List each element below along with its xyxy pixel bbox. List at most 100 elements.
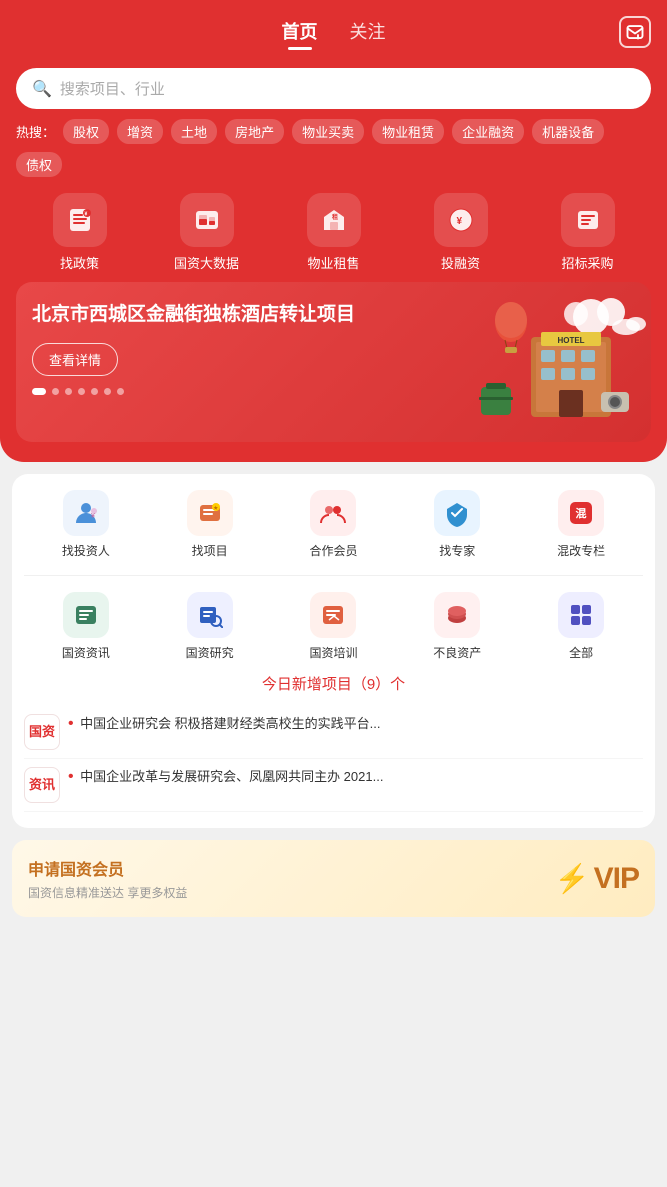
svg-text:★: ★: [213, 506, 218, 512]
func-invest[interactable]: ¥ 投融资: [421, 193, 501, 272]
func-data-label: 国资大数据: [174, 253, 239, 272]
guozi-info-icon: [63, 592, 109, 638]
hot-tag-5[interactable]: 物业租赁: [372, 119, 444, 144]
service-row: ¥ 找投资人 ★ 找项目: [24, 490, 643, 559]
bullet-1: •: [68, 768, 74, 785]
news-guozi-info[interactable]: 国资资讯: [41, 592, 131, 661]
guozi-info-label: 国资资讯: [62, 644, 110, 661]
mixreform-icon: 混: [558, 490, 604, 536]
search-icon: 🔍: [32, 79, 52, 99]
svg-text:租: 租: [332, 213, 338, 221]
rental-icon: 租: [307, 193, 361, 247]
svg-text:¥: ¥: [84, 212, 87, 218]
bullet-0: •: [68, 715, 74, 732]
svg-text:¥: ¥: [456, 216, 462, 227]
news-bad-asset[interactable]: 不良资产: [412, 592, 502, 661]
tab-follow[interactable]: 关注: [350, 18, 386, 50]
news-icon-row: 国资资讯 国资研究: [24, 592, 643, 661]
vip-info: 申请国资会员 国资信息精准送达 享更多权益: [28, 856, 187, 901]
guozi-training-icon: [310, 592, 356, 638]
vip-badge: VIP: [594, 862, 639, 896]
member-icon: [310, 490, 356, 536]
service-expert[interactable]: 找专家: [412, 490, 502, 559]
lightning-icon: ⚡: [555, 862, 590, 895]
banner-button[interactable]: 查看详情: [32, 343, 118, 376]
search-placeholder: 搜索项目、行业: [60, 78, 165, 99]
func-rental-label: 物业租售: [307, 253, 359, 272]
member-label: 合作会员: [309, 542, 357, 559]
vip-title: 申请国资会员: [28, 856, 187, 880]
func-rental[interactable]: 租 物业租售: [294, 193, 374, 272]
mixreform-label: 混改专栏: [557, 542, 605, 559]
hot-label: 热搜：: [16, 122, 55, 141]
all-label: 全部: [569, 644, 593, 661]
dot-6: [104, 388, 111, 395]
func-policy[interactable]: ¥ 找政策: [40, 193, 120, 272]
policy-icon: ¥: [53, 193, 107, 247]
message-icon[interactable]: [619, 16, 651, 48]
news-guozi-training[interactable]: 国资培训: [288, 592, 378, 661]
hot-tag-2[interactable]: 土地: [171, 119, 217, 144]
hot-search-area: 热搜： 股权 增资 土地 房地产 物业买卖 物业租赁 企业融资 机器设备 债权: [16, 119, 651, 177]
hot-tag-7[interactable]: 机器设备: [532, 119, 604, 144]
investor-icon: ¥: [63, 490, 109, 536]
data-icon: [180, 193, 234, 247]
news-text-1: 中国企业改革与发展研究会、凤凰网共同主办 2021...: [80, 769, 383, 784]
svg-text:混: 混: [576, 506, 587, 520]
hot-tag-0[interactable]: 股权: [63, 119, 109, 144]
vip-badge-area: ⚡ VIP: [555, 862, 639, 896]
expert-label: 找专家: [439, 542, 475, 559]
section-divider: [24, 575, 643, 576]
project-label: 找项目: [192, 542, 228, 559]
func-invest-label: 投融资: [441, 253, 480, 272]
hot-tag-8[interactable]: 债权: [16, 152, 62, 177]
tab-home[interactable]: 首页: [282, 18, 318, 50]
banner-dots: [32, 388, 124, 395]
bad-asset-label: 不良资产: [433, 644, 481, 661]
svg-text:HOTEL: HOTEL: [557, 336, 584, 345]
function-row: ¥ 找政策 国资大数据: [16, 193, 651, 272]
hot-tag-1[interactable]: 增资: [117, 119, 163, 144]
service-member[interactable]: 合作会员: [288, 490, 378, 559]
news-guozi-research[interactable]: 国资研究: [165, 592, 255, 661]
hot-tag-3[interactable]: 房地产: [225, 119, 284, 144]
dot-1: [32, 388, 46, 395]
news-list: 国资 • 中国企业研究会 积极搭建财经类高校生的实践平台... 资讯 • 中国企…: [24, 706, 643, 812]
func-data[interactable]: 国资大数据: [167, 193, 247, 272]
service-mixreform[interactable]: 混 混改专栏: [536, 490, 626, 559]
search-bar[interactable]: 🔍 搜索项目、行业: [16, 68, 651, 109]
project-icon: ★: [187, 490, 233, 536]
hot-tag-6[interactable]: 企业融资: [452, 119, 524, 144]
vip-card[interactable]: 申请国资会员 国资信息精准送达 享更多权益 ⚡ VIP: [12, 840, 655, 917]
news-badge-1: 资讯: [24, 767, 60, 803]
svg-text:¥: ¥: [91, 513, 95, 520]
dot-3: [65, 388, 72, 395]
banner-title: 北京市西城区金融街独栋酒店转让项目: [32, 302, 355, 329]
dot-2: [52, 388, 59, 395]
top-nav: 首页 关注: [16, 0, 651, 60]
news-item-1[interactable]: 资讯 • 中国企业改革与发展研究会、凤凰网共同主办 2021...: [24, 759, 643, 812]
guozi-training-label: 国资培训: [309, 644, 357, 661]
banner-illustration: HOTEL: [461, 282, 651, 442]
dot-7: [117, 388, 124, 395]
guozi-research-icon: [187, 592, 233, 638]
func-tender[interactable]: 招标采购: [548, 193, 628, 272]
expert-icon: [434, 490, 480, 536]
today-count: 今日新增项目（9）个: [24, 673, 643, 694]
guozi-research-label: 国资研究: [186, 644, 234, 661]
invest-icon: ¥: [434, 193, 488, 247]
dot-4: [78, 388, 85, 395]
banner: 北京市西城区金融街独栋酒店转让项目 查看详情: [16, 282, 651, 442]
news-text-0: 中国企业研究会 积极搭建财经类高校生的实践平台...: [80, 716, 380, 731]
vip-subtitle: 国资信息精准送达 享更多权益: [28, 884, 187, 901]
news-item-0[interactable]: 国资 • 中国企业研究会 积极搭建财经类高校生的实践平台...: [24, 706, 643, 759]
news-all[interactable]: 全部: [536, 592, 626, 661]
service-project[interactable]: ★ 找项目: [165, 490, 255, 559]
hot-tag-4[interactable]: 物业买卖: [292, 119, 364, 144]
func-tender-label: 招标采购: [561, 253, 613, 272]
all-icon: [558, 592, 604, 638]
service-investor[interactable]: ¥ 找投资人: [41, 490, 131, 559]
investor-label: 找投资人: [62, 542, 110, 559]
header-area: 首页 关注 🔍 搜索项目、行业 热搜： 股权 增资 土地 房地产: [0, 0, 667, 462]
nav-tabs: 首页 关注: [282, 18, 386, 50]
